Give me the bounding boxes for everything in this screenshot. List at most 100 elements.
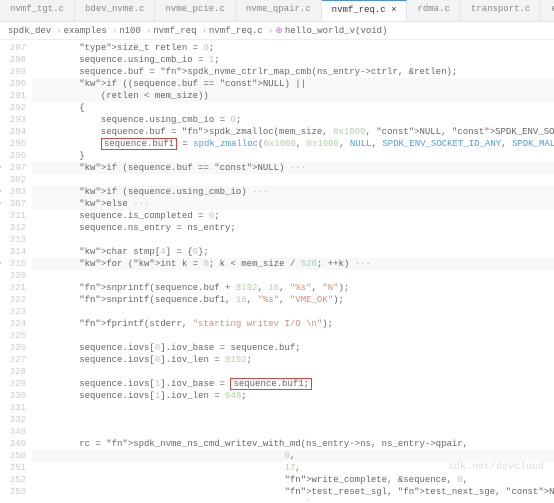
line-number: 353 bbox=[0, 486, 32, 498]
line-number: 326 bbox=[0, 342, 32, 354]
line-number: 352 bbox=[0, 474, 32, 486]
line-number: 332 bbox=[0, 414, 32, 426]
code-line[interactable]: sequence.ns_entry = ns_entry; bbox=[32, 222, 554, 234]
line-number: 295 bbox=[0, 138, 32, 150]
code-line[interactable] bbox=[32, 270, 554, 282]
line-number: 313 bbox=[0, 234, 32, 246]
chevron-icon: › bbox=[56, 26, 61, 36]
line-number: 288 bbox=[0, 54, 32, 66]
code-line[interactable]: "kw">if ((sequence.buf == "const">NULL) … bbox=[32, 78, 554, 90]
breadcrumb[interactable]: spdk_dev›examples›n100›nvmf_req›nvmf_req… bbox=[0, 22, 554, 40]
breadcrumb-part[interactable]: examples bbox=[64, 26, 107, 36]
chevron-icon: › bbox=[268, 26, 273, 36]
line-number: 290 bbox=[0, 78, 32, 90]
breadcrumb-part[interactable]: nvmf_req bbox=[153, 26, 196, 36]
code-line[interactable]: "fn">snprintf(sequence.buf1, 16, "%s", "… bbox=[32, 294, 554, 306]
line-number: 287 bbox=[0, 42, 32, 54]
breadcrumb-function[interactable]: hello_world_v(void) bbox=[285, 26, 388, 36]
tab-nvmf_req-c[interactable]: nvmf_req.c × bbox=[322, 0, 408, 21]
tab-nvme_pcie-c[interactable]: nvme_pcie.c bbox=[155, 0, 235, 21]
code-line[interactable]: 0, bbox=[32, 450, 554, 462]
watermark: sdk.net/devcloud bbox=[448, 462, 544, 473]
code-line[interactable] bbox=[32, 174, 554, 186]
line-number: 297› bbox=[0, 162, 32, 174]
code-line[interactable]: { bbox=[32, 102, 554, 114]
line-number: 330 bbox=[0, 390, 32, 402]
breadcrumb-part[interactable]: spdk_dev bbox=[8, 26, 51, 36]
editor: 287288289290291292293294295296297›302303… bbox=[0, 40, 554, 500]
tab-bdev_nvme-c[interactable]: bdev_nvme.c bbox=[75, 0, 155, 21]
line-number: 349 bbox=[0, 438, 32, 450]
line-number: 348 bbox=[0, 426, 32, 438]
line-number: 311 bbox=[0, 210, 32, 222]
code-line[interactable]: } bbox=[32, 150, 554, 162]
code-line[interactable]: sequence.iovs[0].iov_base = sequence.buf… bbox=[32, 342, 554, 354]
line-number: 328 bbox=[0, 366, 32, 378]
code-line[interactable]: "kw">for ("kw">int k = 0; k < mem_size /… bbox=[32, 258, 554, 270]
line-number: 321 bbox=[0, 282, 32, 294]
code-line[interactable] bbox=[32, 330, 554, 342]
chevron-icon: › bbox=[201, 26, 206, 36]
code-line[interactable]: "fn">fprintf(stderr, "starting writev I/… bbox=[32, 318, 554, 330]
line-number: 329 bbox=[0, 378, 32, 390]
code-line[interactable]: sequence.buf1 = spdk_zmalloc(0x1000, 0x1… bbox=[32, 138, 554, 150]
line-number: 293 bbox=[0, 114, 32, 126]
code-line[interactable]: sequence.using_cmb_io = 1; bbox=[32, 54, 554, 66]
code-line[interactable]: "type">size_t retlen = 0; bbox=[32, 42, 554, 54]
code-line[interactable]: (retlen < mem_size)) bbox=[32, 90, 554, 102]
tab-bar: nvmf_tgt.cbdev_nvme.cnvme_pcie.cnvme_qpa… bbox=[0, 0, 554, 22]
chevron-icon: › bbox=[112, 26, 117, 36]
code-line[interactable] bbox=[32, 366, 554, 378]
code-line[interactable]: "kw">if (sequence.buf == "const">NULL) ·… bbox=[32, 162, 554, 174]
line-number: 331 bbox=[0, 402, 32, 414]
code-line[interactable]: sequence.iovs[0].iov_len = 8192; bbox=[32, 354, 554, 366]
breadcrumb-part[interactable]: nvmf_req.c bbox=[209, 26, 263, 36]
line-number: 324 bbox=[0, 318, 32, 330]
code-line[interactable]: rc = "fn">spdk_nvme_ns_cmd_writev_with_m… bbox=[32, 438, 554, 450]
code-line[interactable]: sequence.iovs[1].iov_base = sequence.buf… bbox=[32, 378, 554, 390]
line-number: 350 bbox=[0, 450, 32, 462]
line-number: 314 bbox=[0, 246, 32, 258]
code-line[interactable]: "kw">if (sequence.using_cmb_io) ··· bbox=[32, 186, 554, 198]
line-number: 294 bbox=[0, 126, 32, 138]
line-number: 291 bbox=[0, 90, 32, 102]
code-line[interactable]: sequence.iovs[1].iov_len = 648; bbox=[32, 390, 554, 402]
code-line[interactable]: "fn">test_reset_sgl, "fn">test_next_sge,… bbox=[32, 486, 554, 498]
tab-env-c[interactable]: env.c bbox=[541, 0, 554, 21]
code-line[interactable] bbox=[32, 402, 554, 414]
code-line[interactable]: sequence.buf = "fn">spdk_nvme_ctrlr_map_… bbox=[32, 66, 554, 78]
code-line[interactable] bbox=[32, 414, 554, 426]
code-line[interactable] bbox=[32, 426, 554, 438]
line-number: 351 bbox=[0, 462, 32, 474]
line-number: 354 bbox=[0, 498, 32, 500]
fold-icon[interactable]: › bbox=[0, 162, 2, 174]
tab-nvme_qpair-c[interactable]: nvme_qpair.c bbox=[236, 0, 322, 21]
line-number: 325 bbox=[0, 330, 32, 342]
line-number: 296 bbox=[0, 150, 32, 162]
code-line[interactable]: sequence.using_cmb_io = 0; bbox=[32, 114, 554, 126]
line-number: 307› bbox=[0, 198, 32, 210]
fold-icon[interactable]: › bbox=[0, 198, 2, 210]
line-number: 292 bbox=[0, 102, 32, 114]
code-line[interactable] bbox=[32, 234, 554, 246]
code-line[interactable]: sequence.buf = "fn">spdk_zmalloc(mem_siz… bbox=[32, 126, 554, 138]
chevron-icon: › bbox=[146, 26, 151, 36]
tab-nvmf_tgt-c[interactable]: nvmf_tgt.c bbox=[0, 0, 75, 21]
line-number: 289 bbox=[0, 66, 32, 78]
code-line[interactable]: 0, 0); bbox=[32, 498, 554, 500]
code-area[interactable]: "type">size_t retlen = 0; sequence.using… bbox=[32, 40, 554, 500]
code-line[interactable]: "fn">snprintf(sequence.buf + 8192, 16, "… bbox=[32, 282, 554, 294]
code-line[interactable]: "kw">else ··· bbox=[32, 198, 554, 210]
fold-icon[interactable]: › bbox=[0, 258, 2, 270]
tab-rdma-c[interactable]: rdma.c bbox=[407, 0, 460, 21]
line-number: 327 bbox=[0, 354, 32, 366]
fold-icon[interactable]: › bbox=[0, 186, 2, 198]
code-line[interactable]: "kw">char stmp[4] = {0}; bbox=[32, 246, 554, 258]
line-gutter: 287288289290291292293294295296297›302303… bbox=[0, 40, 32, 500]
line-number: 303› bbox=[0, 186, 32, 198]
code-line[interactable]: sequence.is_completed = 0; bbox=[32, 210, 554, 222]
code-line[interactable] bbox=[32, 306, 554, 318]
tab-transport-c[interactable]: transport.c bbox=[461, 0, 541, 21]
breadcrumb-part[interactable]: n100 bbox=[119, 26, 141, 36]
code-line[interactable]: "fn">write_complete, &sequence, 0, bbox=[32, 474, 554, 486]
